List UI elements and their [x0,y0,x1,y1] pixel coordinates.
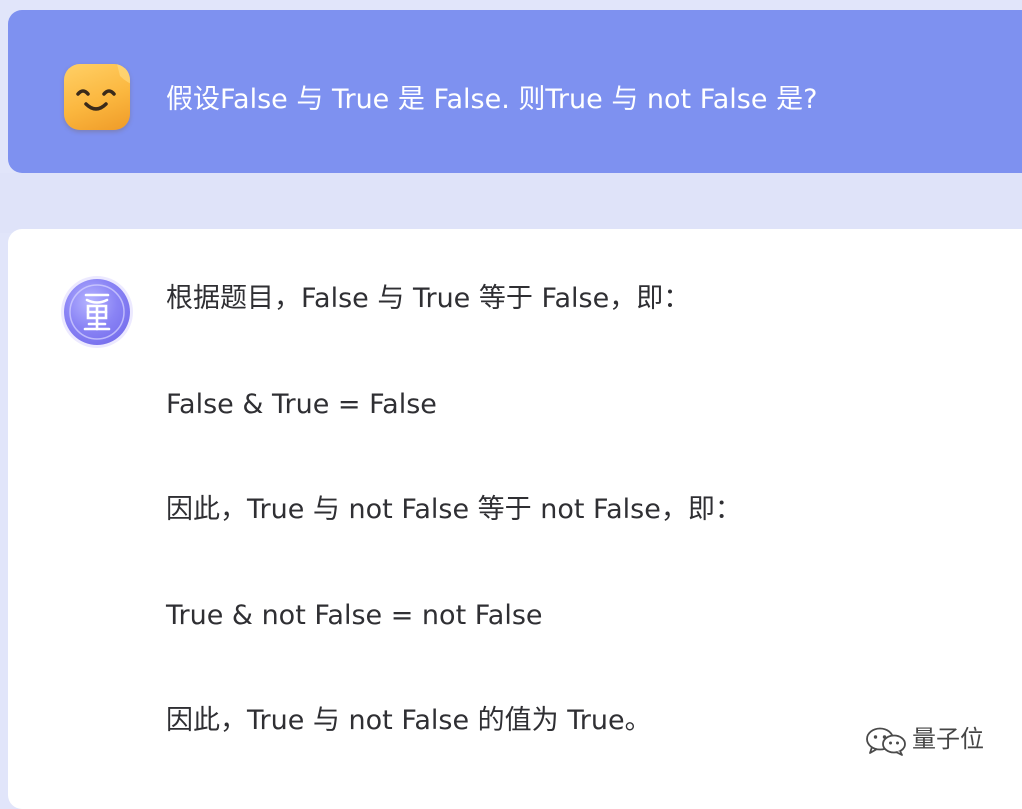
user-message-text: 假设False 与 True 是 False. 则True 与 not Fals… [166,84,818,115]
watermark-text: 量子位 [912,725,984,753]
assistant-line: 根据题目，False 与 True 等于 False，即： [166,283,691,314]
smiling-face-icon [64,64,130,130]
wechat-icon [866,727,906,756]
assistant-line: 因此，True 与 not False 等于 not False，即： [166,494,742,525]
assistant-line: False & True = False [166,389,437,420]
assistant-line: True & not False = not False [166,600,543,631]
watermark: 量子位 [864,720,1014,760]
user-message: 假设False 与 True 是 False. 则True 与 not Fals… [8,10,1022,173]
message-separator [0,173,1022,233]
assistant-line: 因此，True 与 not False 的值为 True。 [166,705,652,736]
liang-logo-icon [64,279,130,345]
